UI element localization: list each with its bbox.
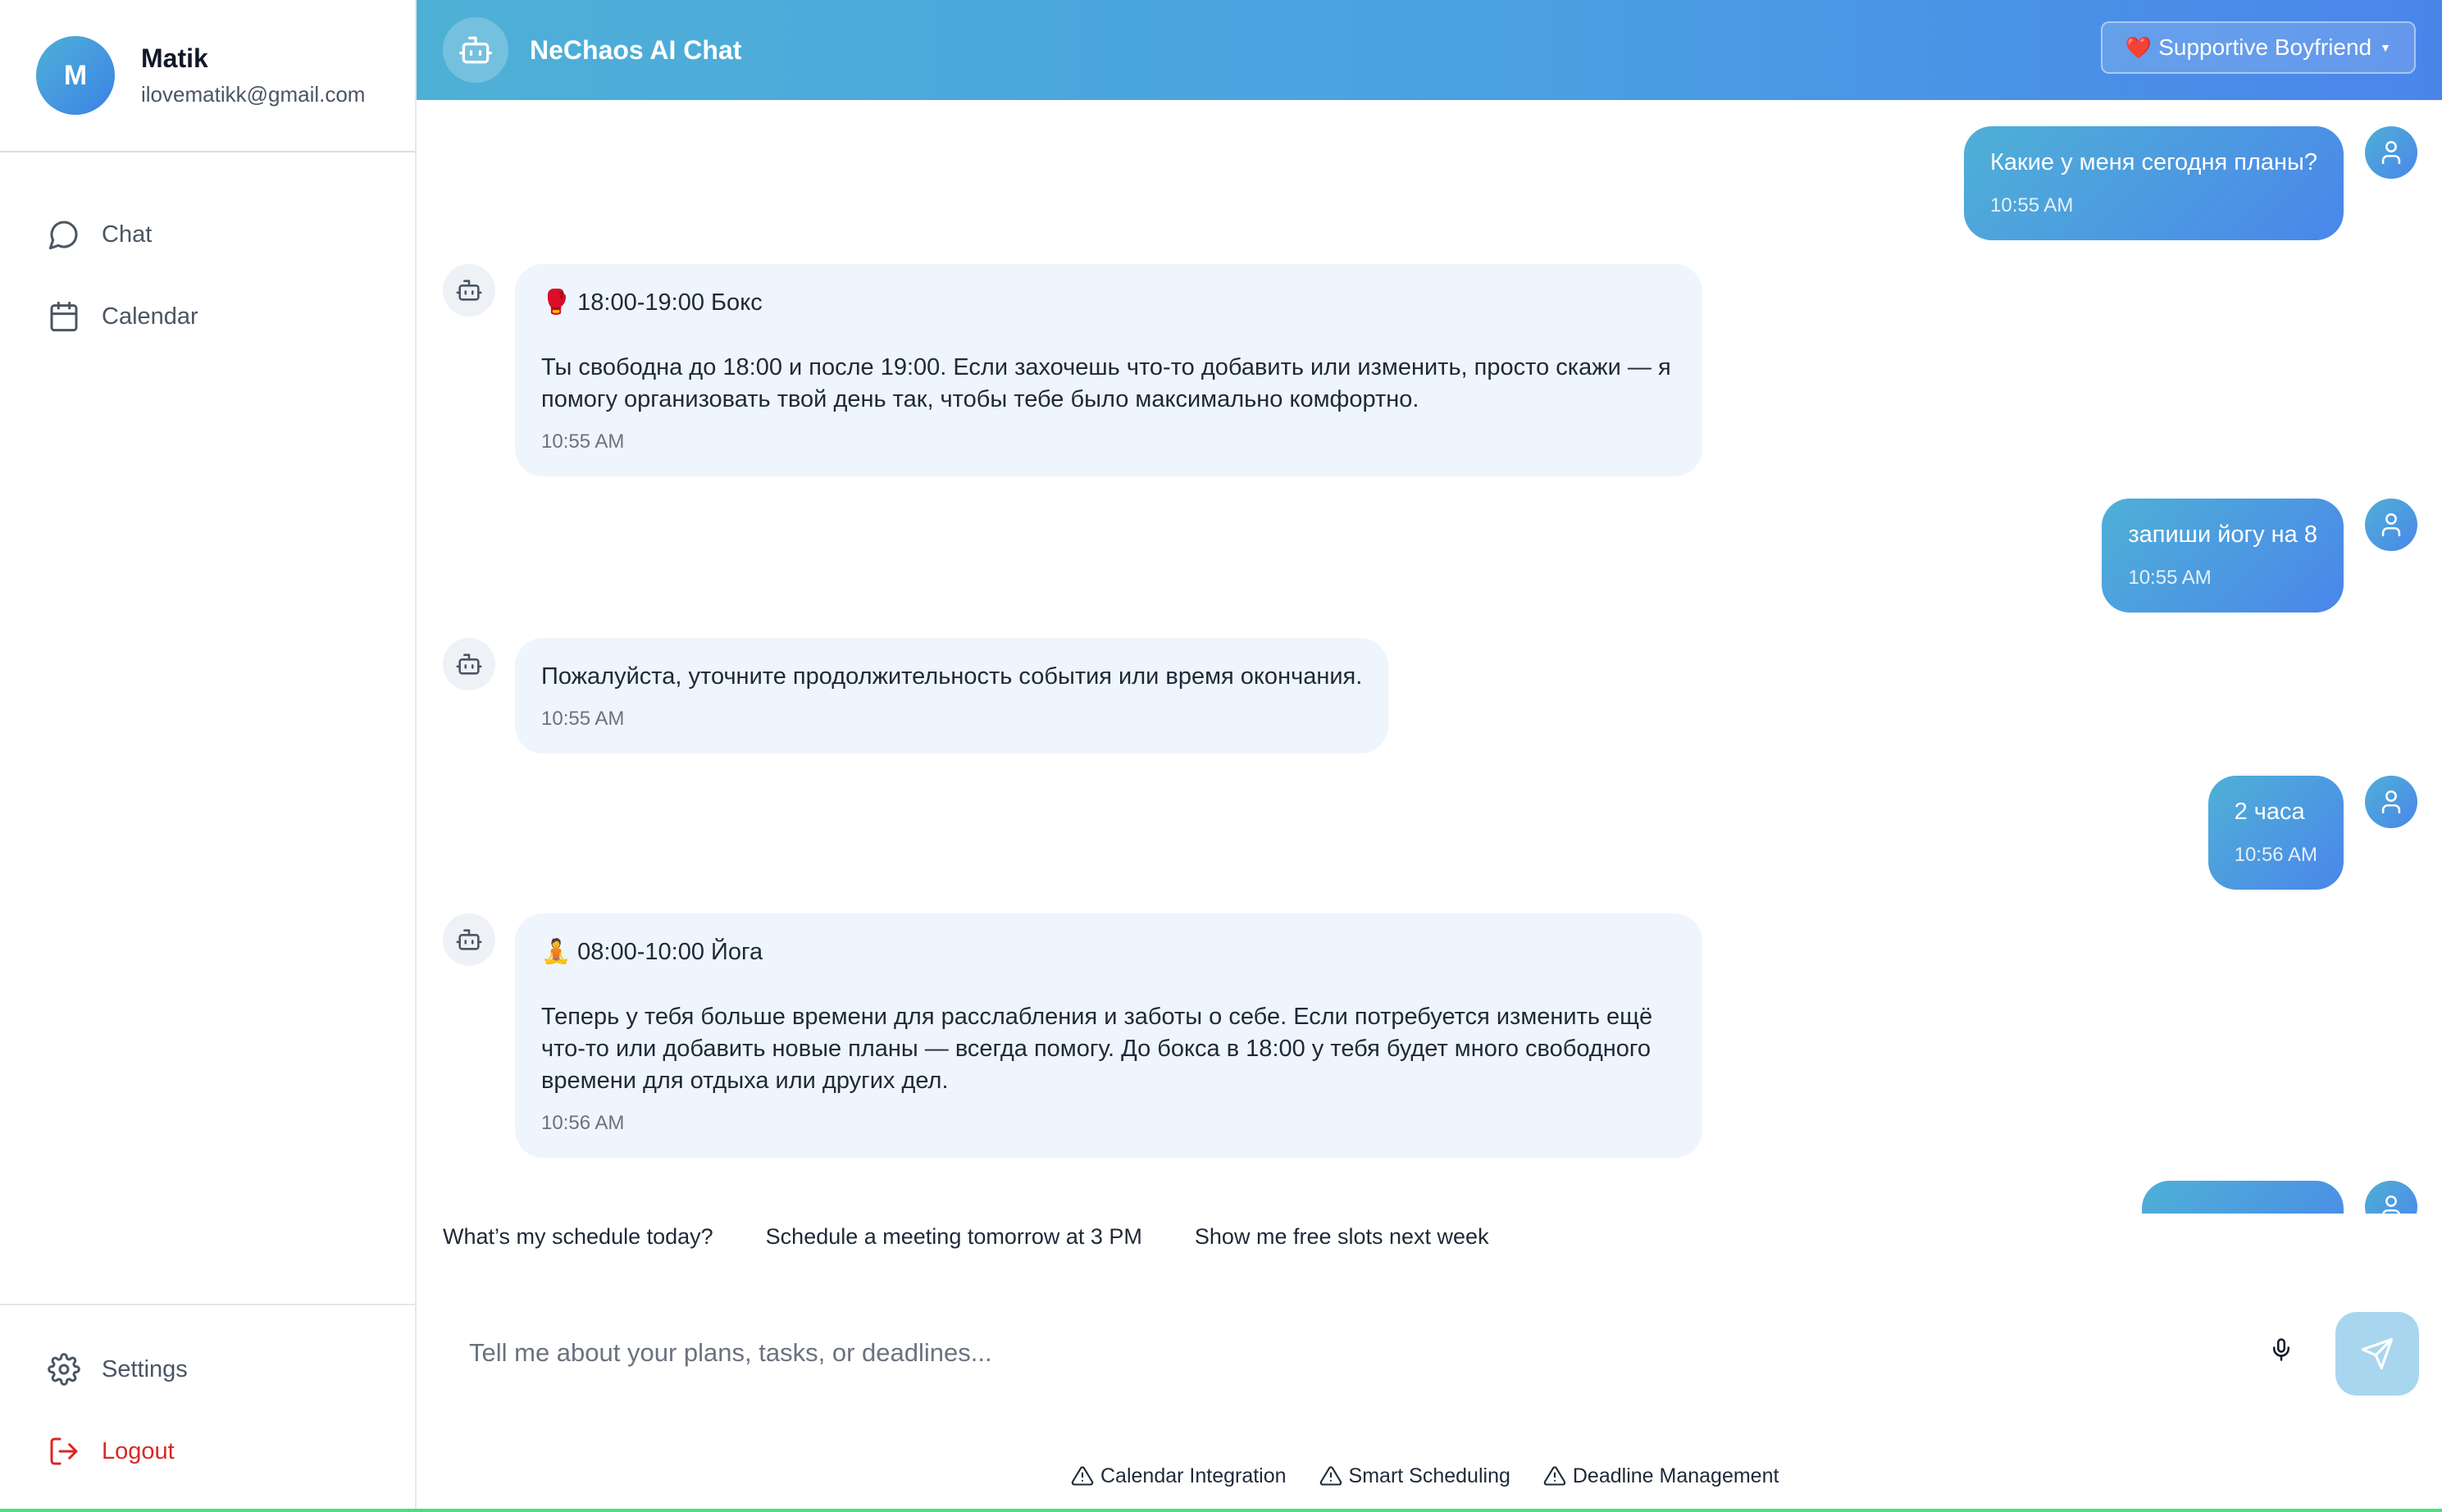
message-text: запиши йогу на 8: [2128, 521, 2317, 548]
logout-label: Logout: [102, 1437, 175, 1464]
microphone-button[interactable]: [2263, 1332, 2299, 1368]
user-message: 2 часа 10:56 AM: [2207, 776, 2344, 890]
bot-avatar: [443, 638, 495, 690]
feature-label: Deadline Management: [1572, 1464, 1779, 1487]
message-time: 10:56 AM: [541, 1112, 625, 1134]
logout-icon: [50, 1437, 78, 1465]
quick-suggestions: What’s my schedule today? Schedule a mee…: [443, 1218, 1489, 1255]
user-avatar: [2365, 776, 2417, 828]
sidebar-item-settings[interactable]: Settings: [0, 1328, 415, 1410]
user-message: Какие у меня сегодня планы? 10:55 AM: [1964, 126, 2344, 240]
sidebar-item-label: Settings: [102, 1355, 188, 1382]
user-name: Matik: [141, 43, 208, 73]
message-text: Теперь у тебя больше времени для расслаб…: [541, 1001, 1676, 1097]
bottom-border: [0, 1509, 2442, 1512]
message-text: Пожалуйста, уточните продолжительность с…: [541, 663, 1363, 690]
logout-button[interactable]: Logout: [0, 1410, 415, 1492]
bot-icon: [459, 36, 492, 64]
chat-bubble-icon: [48, 221, 78, 250]
warning-icon: [1543, 1466, 1566, 1486]
chat-header: NeChaos AI Chat ❤️ Supportive Boyfriend …: [417, 0, 2442, 100]
feature-list: Calendar Integration Smart Scheduling De…: [1071, 1460, 1779, 1492]
user-icon: [2381, 140, 2401, 165]
message-line: времени для отдыха или других дел.: [541, 1068, 949, 1094]
sidebar-item-label: Chat: [102, 221, 153, 248]
chevron-down-icon: ▼: [2380, 41, 2391, 54]
suggestion-chip[interactable]: Show me free slots next week: [1195, 1224, 1489, 1250]
user-avatar: [2365, 499, 2417, 551]
message-time: 10:55 AM: [541, 708, 625, 730]
message-text: Ты свободна до 18:00 и после 19:00. Если…: [541, 352, 1676, 416]
user-icon: [2381, 790, 2401, 814]
message-input[interactable]: [443, 1320, 2247, 1386]
event-line: 🥊 18:00-19:00 Бокс: [541, 287, 1676, 319]
persona-select-value: Supportive Boyfriend: [2158, 34, 2372, 60]
assistant-message: 🧘 08:00-10:00 Йога Теперь у тебя больше …: [515, 913, 1702, 1158]
calendar-icon: [50, 301, 78, 332]
send-button[interactable]: [2335, 1312, 2419, 1396]
message-text: 2 часа: [2234, 799, 2305, 825]
sidebar-item-calendar[interactable]: Calendar: [0, 276, 415, 358]
user-icon: [2381, 512, 2401, 537]
message-list[interactable]: Какие у меня сегодня планы? 10:55 AM 🥊 1…: [417, 100, 2442, 1214]
message-text: Какие у меня сегодня планы?: [1990, 149, 2317, 175]
warning-icon: [1071, 1466, 1094, 1486]
microphone-icon: [2273, 1338, 2289, 1361]
event-text: 18:00-19:00 Бокс: [577, 289, 763, 316]
composer: [443, 1312, 2419, 1402]
user-avatar: [2365, 1181, 2417, 1214]
suggestion-chip[interactable]: What’s my schedule today?: [443, 1224, 713, 1250]
user-message-partial: [2142, 1181, 2344, 1214]
message-line: что-то или добавить новые планы — всегда…: [541, 1036, 1651, 1062]
bot-icon: [456, 654, 482, 675]
feature-item: Deadline Management: [1543, 1464, 1779, 1488]
event-text: 08:00-10:00 Йога: [577, 939, 763, 965]
message-time: 10:56 AM: [2234, 844, 2317, 866]
suggestion-chip[interactable]: Schedule a meeting tomorrow at 3 PM: [766, 1224, 1142, 1250]
user-email: ilovematikk@gmail.com: [141, 82, 366, 107]
message-line: Теперь у тебя больше времени для расслаб…: [541, 1004, 1653, 1030]
yoga-icon: 🧘: [541, 939, 572, 965]
bot-icon: [456, 280, 482, 301]
event-line: 🧘 08:00-10:00 Йога: [541, 936, 1676, 968]
avatar: M: [36, 36, 115, 115]
warning-icon: [1319, 1466, 1342, 1486]
user-avatar: [2365, 126, 2417, 179]
sidebar-nav: Chat Calendar: [0, 153, 415, 358]
feature-item: Smart Scheduling: [1319, 1464, 1510, 1488]
user-icon: [2382, 1195, 2400, 1214]
bot-avatar: [443, 913, 495, 966]
sidebar-footer: Settings Logout: [0, 1304, 415, 1512]
gear-icon: [48, 1353, 80, 1386]
sidebar-item-chat[interactable]: Chat: [0, 194, 415, 276]
sidebar: M Matik ilovematikk@gmail.com Chat Calen…: [0, 0, 417, 1512]
bot-avatar: [443, 264, 495, 317]
heart-icon: ❤️: [2125, 34, 2153, 60]
assistant-message: Пожалуйста, уточните продолжительность с…: [515, 638, 1389, 754]
persona-select[interactable]: ❤️ Supportive Boyfriend ▼: [2100, 21, 2416, 74]
feature-label: Calendar Integration: [1100, 1464, 1287, 1487]
send-icon: [2361, 1337, 2394, 1370]
message-time: 10:55 AM: [1990, 194, 2074, 216]
boxing-glove-icon: 🥊: [541, 289, 572, 316]
message-time: 10:55 AM: [541, 430, 625, 453]
sidebar-item-label: Calendar: [102, 303, 198, 330]
message-time: 10:55 AM: [2128, 567, 2212, 589]
feature-item: Calendar Integration: [1071, 1464, 1287, 1488]
message-line: Ты свободна до 18:00 и после 19:00. Если…: [541, 354, 1671, 380]
page-title: NeChaos AI Chat: [530, 34, 742, 65]
feature-label: Smart Scheduling: [1348, 1464, 1510, 1487]
user-message: запиши йогу на 8 10:55 AM: [2102, 499, 2344, 613]
bot-avatar: [443, 17, 508, 83]
message-line: помогу организовать твой день так, чтобы…: [541, 386, 1419, 412]
user-profile: M Matik ilovematikk@gmail.com: [0, 0, 415, 153]
assistant-message: 🥊 18:00-19:00 Бокс Ты свободна до 18:00 …: [515, 264, 1702, 476]
bot-icon: [456, 929, 482, 950]
